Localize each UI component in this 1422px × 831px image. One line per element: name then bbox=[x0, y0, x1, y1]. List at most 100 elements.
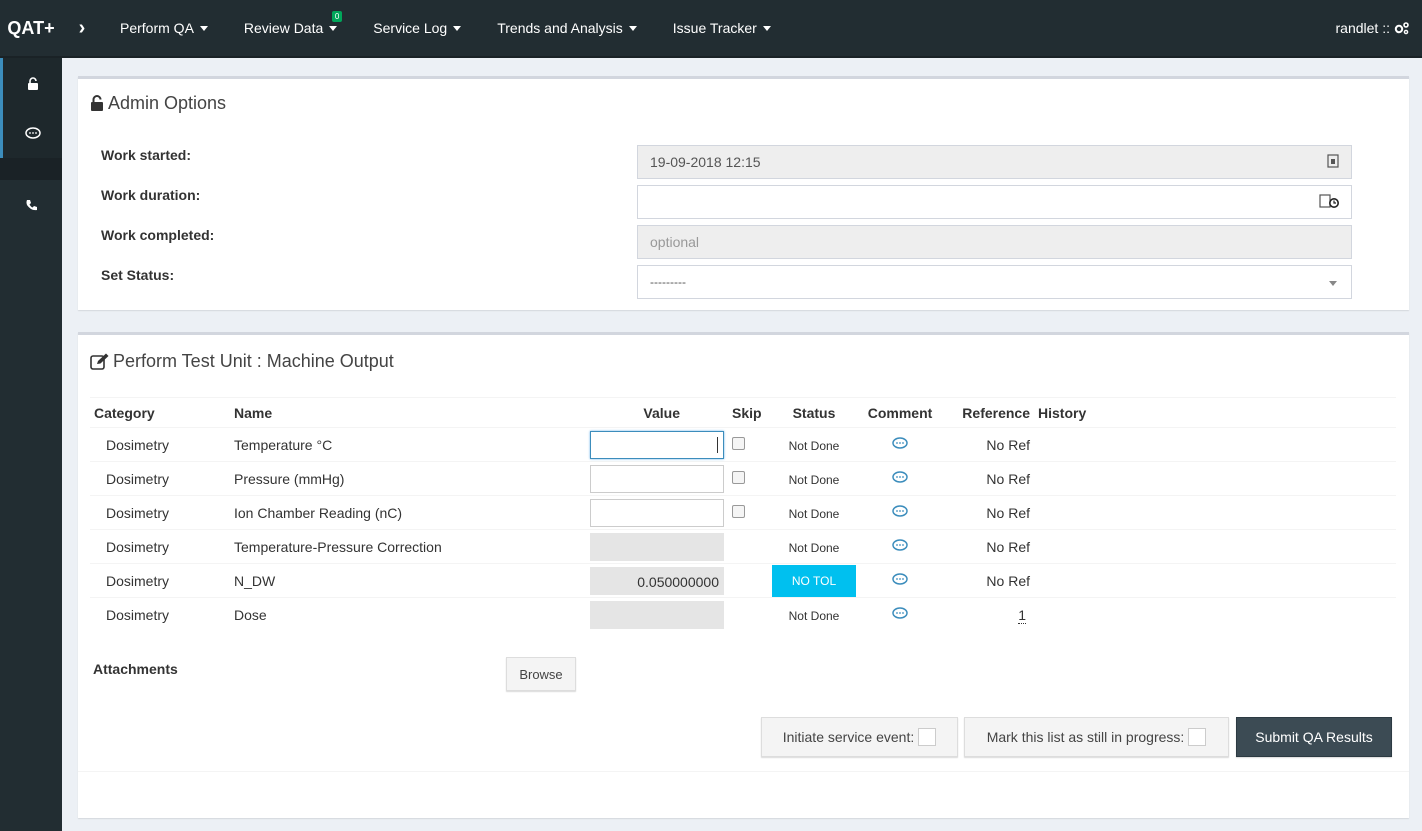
nav-label: Issue Tracker bbox=[672, 20, 757, 36]
comment-icon[interactable] bbox=[892, 538, 908, 552]
initiate-label: Initiate service event: bbox=[782, 729, 915, 745]
row-name: Temperature-Pressure Correction bbox=[230, 529, 586, 564]
comment-icon[interactable] bbox=[892, 436, 908, 450]
table-row: Dosimetry Pressure (mmHg) Not Done No Re… bbox=[90, 461, 1396, 496]
reference-text: 1 bbox=[1018, 606, 1026, 624]
table-row: Dosimetry Ion Chamber Reading (nC) Not D… bbox=[90, 495, 1396, 530]
row-category: Dosimetry bbox=[90, 529, 230, 564]
admin-options-panel: Admin Options Work started: 19-09-2018 1… bbox=[78, 76, 1409, 310]
nav-issue-tracker[interactable]: Issue Tracker bbox=[655, 0, 789, 57]
history-cell bbox=[1034, 563, 1396, 598]
initiate-service-event-toggle[interactable]: Initiate service event: bbox=[761, 717, 958, 757]
calendar-icon bbox=[1327, 154, 1339, 168]
skip-checkbox[interactable] bbox=[732, 504, 745, 518]
row-name: Temperature °C bbox=[230, 427, 586, 462]
skip-cell bbox=[728, 529, 768, 564]
panel-title: Perform Test Unit : Machine Output bbox=[113, 351, 394, 371]
nav-service-log[interactable]: Service Log bbox=[355, 0, 479, 57]
work-duration-field[interactable] bbox=[637, 185, 1352, 219]
admin-options-heading: Admin Options bbox=[90, 93, 226, 114]
perform-test-unit-panel: Perform Test Unit : Machine Output Categ… bbox=[78, 332, 1409, 818]
sidebar bbox=[0, 58, 62, 831]
set-status-select[interactable]: --------- bbox=[637, 265, 1352, 299]
panel-title: Admin Options bbox=[108, 93, 227, 113]
value-readonly bbox=[590, 600, 724, 629]
work-completed-placeholder: optional bbox=[650, 234, 700, 250]
sidebar-item-comments[interactable] bbox=[0, 108, 62, 158]
in-progress-checkbox[interactable] bbox=[1188, 728, 1207, 746]
username: randlet :: bbox=[1335, 20, 1390, 36]
in-progress-label: Mark this list as still in progress: bbox=[986, 729, 1185, 745]
col-skip: Skip bbox=[728, 397, 768, 428]
row-category: Dosimetry bbox=[90, 597, 230, 632]
table-row: Dosimetry Temperature-Pressure Correctio… bbox=[90, 529, 1396, 564]
work-started-field[interactable]: 19-09-2018 12:15 bbox=[637, 145, 1352, 179]
set-status-label: Set Status: bbox=[101, 267, 175, 283]
status-text: Not Done bbox=[788, 506, 840, 521]
panel-footer-divider bbox=[78, 771, 1409, 772]
table-row: Dosimetry N_DW 0.050000000 NO TOL No Ref bbox=[90, 563, 1396, 598]
caret-down-icon bbox=[199, 25, 208, 31]
brand-logo[interactable]: QAT+ bbox=[0, 0, 62, 57]
test-list-table: Category Name Value Skip Status Comment … bbox=[90, 397, 1396, 632]
caret-down-icon bbox=[329, 25, 338, 31]
main-content: Admin Options Work started: 19-09-2018 1… bbox=[62, 58, 1422, 831]
table-row: Dosimetry Temperature °C Not Done No Ref bbox=[90, 427, 1396, 462]
col-category: Category bbox=[90, 397, 230, 428]
status-text: Not Done bbox=[788, 472, 840, 487]
user-menu[interactable]: randlet :: bbox=[1336, 20, 1422, 36]
test-unit-heading: Perform Test Unit : Machine Output bbox=[90, 351, 394, 372]
row-name: Pressure (mmHg) bbox=[230, 461, 586, 496]
caret-down-icon bbox=[762, 25, 771, 31]
sidebar-toggle-chevron-icon[interactable]: › bbox=[62, 0, 102, 57]
history-cell bbox=[1034, 427, 1396, 462]
reference-text: No Ref bbox=[940, 427, 1034, 462]
set-status-value: --------- bbox=[650, 275, 686, 289]
value-input[interactable] bbox=[590, 464, 724, 493]
unlock-icon bbox=[27, 76, 38, 90]
col-value: Value bbox=[586, 397, 728, 428]
sidebar-item-admin[interactable] bbox=[0, 58, 62, 108]
sidebar-divider bbox=[0, 158, 62, 180]
work-duration-label: Work duration: bbox=[101, 187, 201, 203]
value-readonly: 0.050000000 bbox=[590, 566, 724, 595]
nav-trends-analysis[interactable]: Trends and Analysis bbox=[479, 0, 655, 57]
in-progress-toggle[interactable]: Mark this list as still in progress: bbox=[964, 717, 1229, 757]
value-input[interactable] bbox=[590, 430, 724, 459]
comment-icon[interactable] bbox=[892, 572, 908, 586]
col-history: History bbox=[1034, 397, 1396, 428]
unlock-icon bbox=[91, 95, 103, 111]
col-comment: Comment bbox=[860, 397, 940, 428]
submit-qa-results-button[interactable]: Submit QA Results bbox=[1236, 717, 1392, 757]
skip-checkbox[interactable] bbox=[732, 470, 745, 484]
nav-perform-qa[interactable]: Perform QA bbox=[102, 0, 226, 57]
comment-icon[interactable] bbox=[892, 470, 908, 484]
nav-label: Review Data bbox=[243, 20, 324, 36]
nav-label: Trends and Analysis bbox=[497, 20, 623, 36]
skip-checkbox[interactable] bbox=[732, 436, 745, 450]
work-completed-field[interactable]: optional bbox=[637, 225, 1352, 259]
status-text: Not Done bbox=[788, 540, 840, 555]
nav-review-data[interactable]: Review Data 0 bbox=[226, 0, 355, 57]
phone-icon bbox=[26, 199, 37, 210]
row-category: Dosimetry bbox=[90, 461, 230, 496]
browse-button[interactable]: Browse bbox=[506, 657, 576, 691]
status-text: Not Done bbox=[788, 608, 840, 623]
reference-text: No Ref bbox=[940, 529, 1034, 564]
history-cell bbox=[1034, 461, 1396, 496]
status-text: Not Done bbox=[788, 438, 840, 453]
comment-icon[interactable] bbox=[892, 607, 908, 620]
reference-text: No Ref bbox=[940, 563, 1034, 598]
history-cell bbox=[1034, 495, 1396, 530]
row-category: Dosimetry bbox=[90, 427, 230, 462]
value-input[interactable] bbox=[590, 498, 724, 527]
row-name: N_DW bbox=[230, 563, 586, 598]
sidebar-item-contact[interactable] bbox=[0, 180, 62, 230]
comment-icon[interactable] bbox=[892, 504, 908, 518]
top-navbar: QAT+ › Perform QA Review Data 0 Service L… bbox=[0, 0, 1422, 58]
initiate-checkbox[interactable] bbox=[918, 728, 937, 746]
nav-label: Service Log bbox=[373, 20, 448, 36]
skip-cell bbox=[728, 563, 768, 598]
row-name: Dose bbox=[230, 597, 586, 632]
nav-label: Perform QA bbox=[120, 20, 194, 36]
